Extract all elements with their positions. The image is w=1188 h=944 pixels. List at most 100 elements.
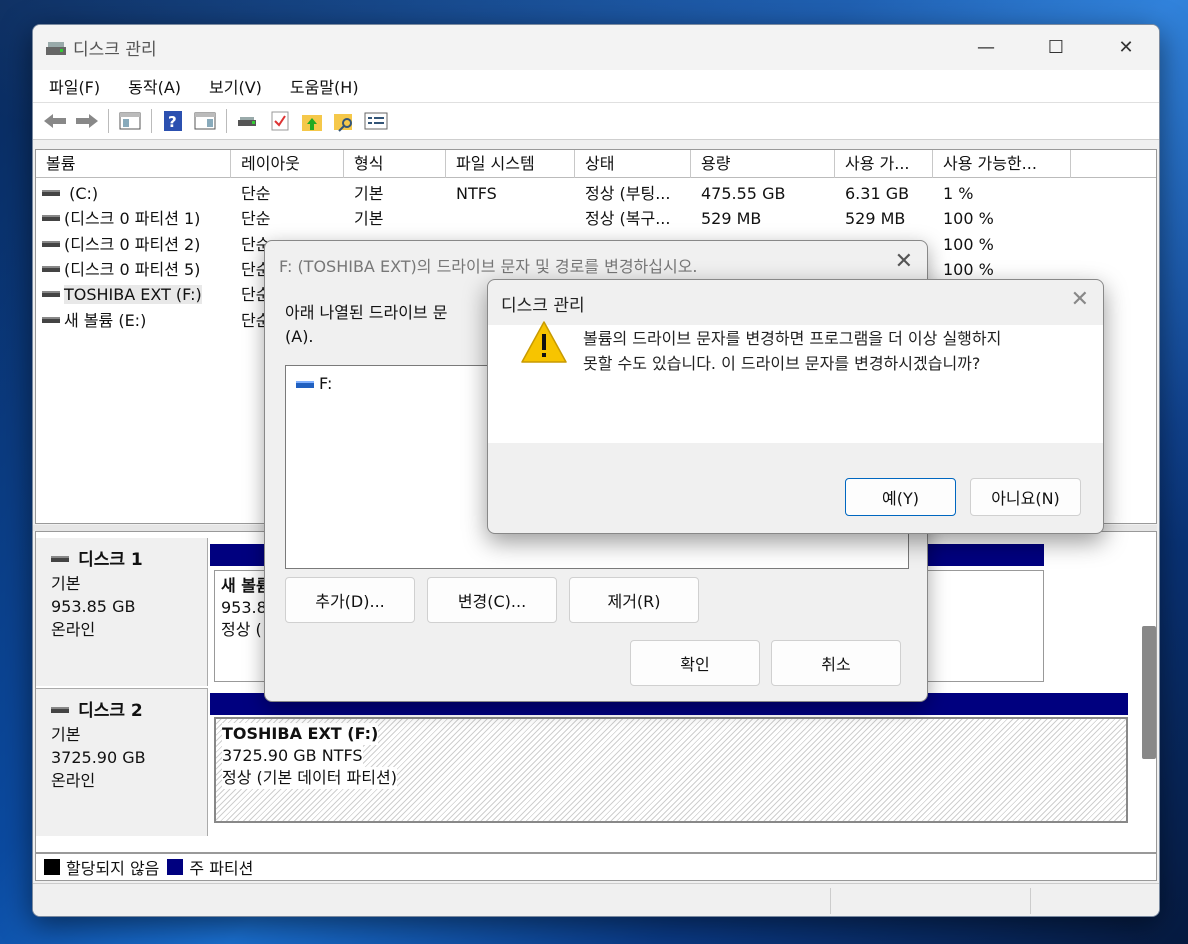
properties-icon[interactable] [363, 108, 389, 134]
volume-row[interactable]: (C:) 단순 기본 NTFS 정상 (부팅... 475.55 GB 6.31 GB 1 % [36, 181, 1156, 206]
volume-drive-icon [42, 316, 60, 323]
confirm-line-1: 볼륨의 드라이브 문자를 변경하면 프로그램을 더 이상 실행하지 [583, 329, 1002, 348]
minimize-button[interactable]: — [951, 25, 1021, 70]
volume-row[interactable]: (디스크 0 파티션 1) 단순 기본 정상 (복구... 529 MB 529 MB 10… [36, 206, 1156, 231]
add-button[interactable]: 추가(D)... [285, 577, 415, 623]
confirm-line-2: 못할 수도 있습니다. 이 드라이브 문자를 변경하시겠습니까? [583, 354, 981, 373]
cell-status: 정상 (복구... [585, 209, 671, 229]
menu-file[interactable]: 파일(F) [49, 74, 100, 98]
cell-name: TOSHIBA EXT (F:) [36, 282, 231, 307]
search-folder-icon[interactable] [331, 108, 357, 134]
status-separator [1030, 888, 1031, 914]
confirm-dialog: 디스크 관리 ✕ 볼륨의 드라이브 문자를 변경하면 프로그램을 더 이상 실행… [487, 279, 1104, 534]
drive-letter-item[interactable]: F: [296, 374, 332, 393]
disk-management-icon [45, 39, 67, 57]
cell-type: 기본 [354, 209, 384, 229]
maximize-button[interactable]: ☐ [1021, 25, 1091, 70]
connect-drive-icon[interactable] [235, 108, 261, 134]
primary-partition-swatch [167, 859, 184, 875]
close-button[interactable]: ✕ [1091, 25, 1159, 70]
back-arrow-icon[interactable] [42, 108, 68, 134]
volume-name: (디스크 0 파티션 1) [64, 209, 201, 229]
help-icon[interactable]: ? [160, 108, 186, 134]
cell-fs [456, 206, 576, 231]
cell-name: 새 볼륨 (E:) [36, 308, 231, 333]
volume-drive-icon [42, 265, 60, 272]
legend-unallocated: 할당되지 않음 [66, 859, 160, 878]
cell-status: 정상 (부팅... [585, 184, 671, 203]
volume-drive-icon [42, 240, 60, 247]
dialog-title: F: (TOSHIBA EXT)의 드라이브 문자 및 경로를 변경하십시오. [279, 257, 698, 276]
cell-name: (디스크 0 파티션 1) [36, 206, 231, 231]
volume-name: (디스크 0 파티션 2) [64, 234, 201, 254]
column-header-status[interactable]: 상태 [575, 150, 691, 178]
disk-2-label[interactable]: 디스크 2 기본 3725.90 GB 온라인 [36, 688, 208, 836]
menu-bar: 파일(F) 동작(A) 보기(V) 도움말(H) [33, 70, 1159, 102]
cell-type: 기본 [354, 184, 384, 203]
ok-button[interactable]: 확인 [630, 640, 760, 686]
svg-text:?: ? [168, 113, 177, 131]
toolbar-separator [108, 109, 109, 133]
checklist-icon[interactable] [267, 108, 293, 134]
cell-capacity: 475.55 GB [701, 184, 786, 203]
dialog-message: 아래 나열된 드라이브 문 (A). [285, 301, 505, 349]
volume-toshiba-ext-f[interactable]: TOSHIBA EXT (F:) 3725.90 GB NTFS 정상 (기본 … [214, 717, 1128, 823]
status-bar [33, 883, 1159, 916]
volume-name: (C:) [64, 184, 99, 203]
column-header-volume[interactable]: 볼륨 [36, 150, 231, 178]
message-line-2: (A). [285, 327, 314, 346]
title-bar: 디스크 관리 — ☐ ✕ [33, 25, 1159, 70]
column-header-layout[interactable]: 레이아웃 [231, 150, 344, 178]
disk-name: 디스크 2 [78, 701, 143, 721]
drive-icon [296, 381, 314, 388]
column-header-filesystem[interactable]: 파일 시스템 [446, 150, 575, 178]
cancel-button[interactable]: 취소 [771, 640, 901, 686]
cell-layout: 단순 [241, 184, 271, 203]
cell-free: 6.31 GB [845, 184, 910, 203]
cell-pct: 100 % [943, 234, 994, 254]
toolbar-separator [151, 109, 152, 133]
cell-name: (디스크 0 파티션 2) [36, 232, 231, 257]
show-pane-icon[interactable] [192, 108, 218, 134]
disk-size: 3725.90 GB [51, 748, 146, 767]
disk-name: 디스크 1 [78, 550, 143, 570]
menu-action[interactable]: 동작(A) [128, 74, 181, 98]
cell-fs: NTFS [456, 184, 497, 203]
disk-type: 기본 [51, 725, 81, 744]
cell-name: (C:) [36, 181, 231, 206]
confirm-title: 디스크 관리 [501, 296, 585, 316]
column-header-free-space[interactable]: 사용 가... [835, 150, 933, 178]
message-line-1: 아래 나열된 드라이브 문 [285, 303, 448, 322]
drive-letter-label: F: [319, 374, 333, 393]
cell-layout: 단순 [241, 209, 271, 229]
column-header-type[interactable]: 형식 [344, 150, 446, 178]
column-header-percent-free[interactable]: 사용 가능한... [933, 150, 1071, 178]
menu-help[interactable]: 도움말(H) [290, 74, 359, 98]
volume-name: TOSHIBA EXT (F:) [64, 285, 202, 305]
cell-pct: 100 % [943, 209, 994, 229]
confirm-close-icon[interactable]: ✕ [1071, 287, 1089, 312]
disk-size: 953.85 GB [51, 597, 136, 616]
remove-button[interactable]: 제거(R) [569, 577, 699, 623]
console-tree-icon[interactable] [117, 108, 143, 134]
volume-name: TOSHIBA EXT (F:) [222, 723, 379, 745]
disk-type: 기본 [51, 574, 81, 593]
dialog-close-icon[interactable]: ✕ [895, 249, 913, 274]
change-button[interactable]: 변경(C)... [427, 577, 557, 623]
forward-arrow-icon[interactable] [74, 108, 100, 134]
column-header-capacity[interactable]: 용량 [691, 150, 835, 178]
vertical-scrollbar[interactable] [1142, 626, 1156, 759]
window-title: 디스크 관리 [73, 40, 157, 60]
volume-list-header: 볼륨 레이아웃 형식 파일 시스템 상태 용량 사용 가... 사용 가능한..… [36, 150, 1156, 178]
volume-name: (디스크 0 파티션 5) [64, 259, 201, 279]
unallocated-swatch [44, 859, 60, 875]
volume-status: 정상 (기본 데이터 파티션) [222, 767, 397, 789]
disk-state: 온라인 [51, 620, 96, 639]
disk-1-label[interactable]: 디스크 1 기본 953.85 GB 온라인 [36, 538, 208, 686]
disk-icon [51, 707, 69, 713]
yes-button[interactable]: 예(Y) [845, 478, 956, 516]
confirm-message: 볼륨의 드라이브 문자를 변경하면 프로그램을 더 이상 실행하지 못할 수도 … [583, 326, 1001, 376]
no-button[interactable]: 아니요(N) [970, 478, 1081, 516]
up-folder-icon[interactable] [299, 108, 325, 134]
menu-view[interactable]: 보기(V) [209, 74, 262, 98]
